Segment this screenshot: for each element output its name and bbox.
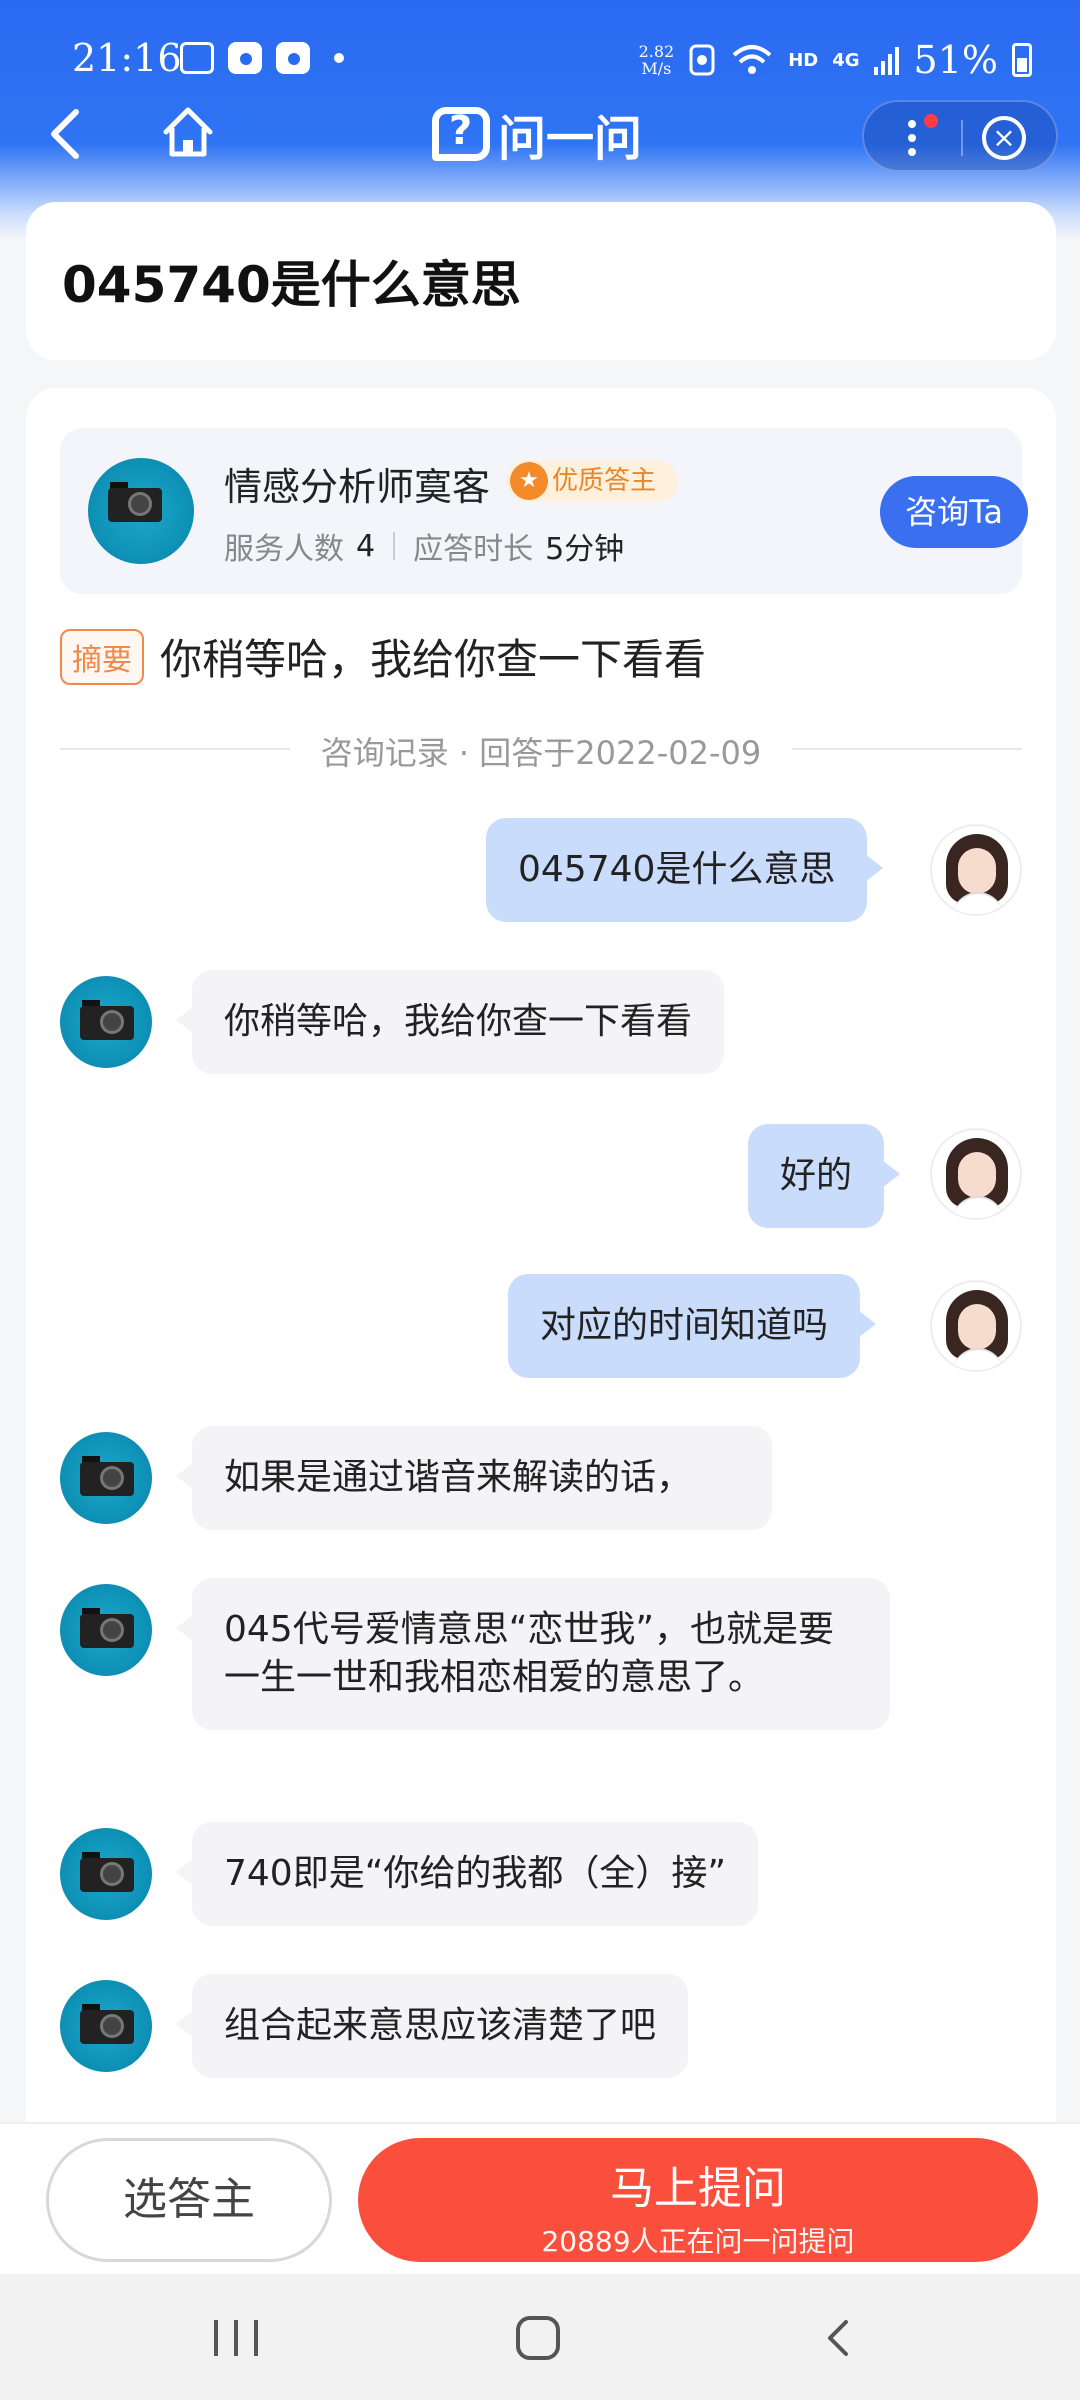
notification-red-dot: [924, 114, 938, 128]
response-time-value: 5分钟: [545, 532, 625, 567]
logo-mark-icon: [432, 107, 490, 161]
user-avatar: [930, 1280, 1022, 1372]
ask-now-label: 马上提问: [610, 2163, 786, 2214]
message-bubble: 如果是通过谐音来解读的话，: [176, 1426, 772, 1530]
gallery-icon: [180, 42, 214, 74]
expert-avatar[interactable]: [60, 1432, 152, 1524]
summary-text: 你稍等哈，我给你查一下看看: [160, 635, 707, 684]
chat-message-user: 045740是什么意思: [486, 818, 884, 922]
question-title-card: 045740是什么意思: [26, 202, 1056, 360]
chat-message-user: 好的: [748, 1124, 901, 1228]
consult-button[interactable]: 咨询Ta: [880, 476, 1028, 548]
expert-avatar[interactable]: [60, 1584, 152, 1676]
more-menu-icon[interactable]: [900, 116, 924, 160]
answerer-avatar[interactable]: [88, 458, 194, 564]
question-title: 045740是什么意思: [62, 256, 521, 314]
answer-card: 情感分析师寞客 ★ 优质答主 服务人数 4 应答时长 5分钟 咨询Ta 摘要 你…: [26, 388, 1056, 2400]
stats-separator: [393, 532, 396, 560]
data-saver-icon: [689, 44, 715, 76]
badge-label: 优质答主: [552, 466, 657, 496]
battery-percent: 51%: [913, 38, 998, 82]
message-bubble: 740即是“你给的我都（全）接”: [175, 1822, 759, 1926]
network-type: 4G: [832, 49, 860, 71]
status-bar: 21:16 2.82 M/s HD 4G 51%: [0, 0, 1080, 110]
recent-apps-icon[interactable]: [214, 2320, 258, 2356]
message-bubble: 对应的时间知道吗: [508, 1274, 877, 1378]
nav-bar: 问一问 ×: [0, 96, 1080, 186]
pick-answerer-button[interactable]: 选答主: [46, 2138, 332, 2262]
medal-star-icon: ★: [510, 462, 548, 500]
bottom-action-bar: 选答主 马上提问 20889人正在问一问提问: [0, 2122, 1080, 2274]
message-bubble: 045740是什么意思: [486, 818, 884, 922]
baidu-paw-icon: [228, 42, 262, 74]
network-speed-unit: M/s: [641, 59, 672, 78]
back-arrow-icon[interactable]: [40, 104, 100, 164]
app-logo: 问一问: [432, 102, 643, 167]
chat-message-expert: 组合起来意思应该清楚了吧: [175, 1974, 689, 2078]
message-bubble: 045代号爱情意思“恋世我”，也就是要一生一世和我相恋相爱的意思了。: [176, 1578, 890, 1730]
ask-now-button[interactable]: 马上提问 20889人正在问一问提问: [358, 2138, 1038, 2262]
chat-message-expert: 如果是通过谐音来解读的话，: [176, 1426, 772, 1530]
summary-tag: 摘要: [60, 628, 144, 685]
network-speed-value: 2.82: [638, 42, 675, 61]
mini-app-capsule: ×: [862, 100, 1058, 172]
signal-icon: [873, 47, 899, 75]
chat-message-expert: 740即是“你给的我都（全）接”: [175, 1822, 759, 1926]
more-notifications-dot-icon: [334, 53, 344, 63]
chat-message-user: 对应的时间知道吗: [508, 1274, 877, 1378]
battery-icon: [1012, 43, 1032, 77]
message-bubble: 你稍等哈，我给你查一下看看: [175, 970, 725, 1074]
chat-message-expert: 045代号爱情意思“恋世我”，也就是要一生一世和我相恋相爱的意思了。: [176, 1578, 890, 1730]
wifi-icon: [732, 45, 772, 74]
response-time-label: 应答时长: [413, 532, 534, 567]
user-avatar: [930, 824, 1022, 916]
answerer-name: 情感分析师寞客: [224, 465, 491, 509]
record-divider: 咨询记录 · 回答于2022-02-09: [60, 728, 1022, 772]
status-right-icons: 2.82 M/s HD 4G 51%: [639, 38, 1032, 82]
status-time: 21:16: [72, 36, 182, 80]
answerer-stats: 服务人数 4 应答时长 5分钟: [224, 524, 642, 568]
message-bubble: 组合起来意思应该清楚了吧: [175, 1974, 689, 2078]
expert-avatar[interactable]: [60, 1980, 152, 2072]
record-divider-text: 咨询记录 · 回答于2022-02-09: [320, 734, 762, 772]
served-value: 4: [356, 528, 376, 564]
home-button-icon[interactable]: [516, 2316, 560, 2360]
system-navigation-bar: [0, 2274, 1080, 2400]
hd-indicator: HD: [788, 49, 819, 71]
home-icon[interactable]: [158, 102, 218, 162]
notification-icons: [180, 42, 344, 74]
answerer-panel[interactable]: 情感分析师寞客 ★ 优质答主 服务人数 4 应答时长 5分钟 咨询Ta: [60, 428, 1028, 594]
message-bubble: 好的: [748, 1124, 901, 1228]
logo-text: 问一问: [498, 111, 643, 167]
system-back-icon[interactable]: [822, 2318, 852, 2358]
baidu-paw-icon: [276, 42, 310, 74]
capsule-divider: [961, 120, 963, 156]
ask-now-subtitle: 20889人正在问一问提问: [541, 2225, 855, 2258]
served-label: 服务人数: [224, 532, 344, 567]
network-speed: 2.82 M/s: [639, 43, 675, 77]
chat-message-expert: 你稍等哈，我给你查一下看看: [175, 970, 725, 1074]
expert-avatar[interactable]: [60, 1828, 152, 1920]
summary-row: 摘要 你稍等哈，我给你查一下看看: [60, 626, 706, 687]
close-icon[interactable]: ×: [982, 116, 1026, 160]
quality-answerer-badge: ★ 优质答主: [506, 460, 679, 502]
user-avatar: [930, 1128, 1022, 1220]
expert-avatar[interactable]: [60, 976, 152, 1068]
